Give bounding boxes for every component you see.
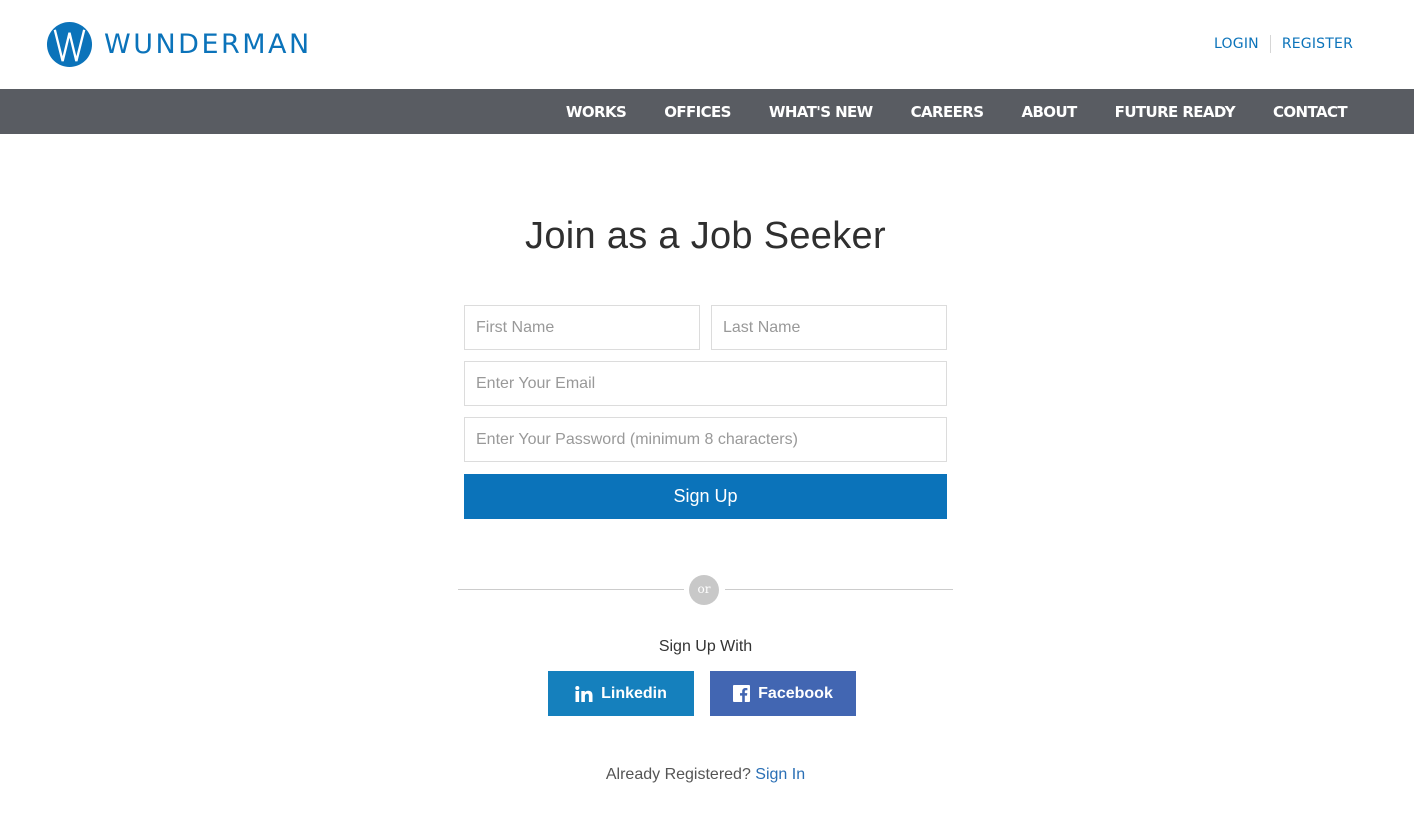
main-nav: WORKS OFFICES WHAT'S NEW CAREERS ABOUT F… [0, 89, 1414, 134]
facebook-signup-button[interactable]: Facebook [710, 671, 856, 716]
linkedin-label: Linkedin [601, 684, 667, 702]
nav-item-works[interactable]: WORKS [566, 103, 627, 121]
nav-item-future-ready[interactable]: FUTURE READY [1115, 103, 1236, 121]
sign-in-link[interactable]: Sign In [755, 766, 805, 783]
auth-separator [1269, 35, 1271, 53]
nav-list: WORKS OFFICES WHAT'S NEW CAREERS ABOUT F… [528, 89, 1348, 134]
brand-name: WUNDERMAN [104, 29, 312, 60]
facebook-icon [733, 685, 751, 702]
or-badge: or [689, 575, 719, 605]
last-name-input[interactable] [711, 305, 947, 350]
divider-line-left [458, 589, 684, 590]
email-input[interactable] [464, 361, 947, 406]
nav-item-whats-new[interactable]: WHAT'S NEW [769, 103, 873, 121]
wunderman-logo[interactable]: WUNDERMAN [46, 21, 312, 68]
facebook-label: Facebook [758, 684, 833, 702]
first-name-input[interactable] [464, 305, 700, 350]
divider-line-right [725, 589, 953, 590]
site-header: WUNDERMAN LOGIN REGISTER [0, 0, 1414, 89]
linkedin-signup-button[interactable]: Linkedin [548, 671, 694, 716]
nav-item-contact[interactable]: CONTACT [1273, 103, 1348, 121]
social-signup-heading: Sign Up With [658, 638, 753, 655]
login-link[interactable]: LOGIN [1214, 36, 1259, 52]
already-registered-text: Already Registered? [605, 766, 751, 783]
linkedin-icon [575, 685, 593, 702]
nav-item-about[interactable]: ABOUT [1021, 103, 1077, 121]
page-title: Join as a Job Seeker [525, 215, 886, 257]
sign-up-button[interactable]: Sign Up [464, 474, 947, 519]
already-registered: Already Registered? Sign In [0, 766, 1411, 784]
wunderman-logo-icon [46, 21, 93, 68]
auth-links: LOGIN REGISTER [1214, 35, 1353, 53]
register-link[interactable]: REGISTER [1282, 36, 1353, 52]
nav-item-offices[interactable]: OFFICES [664, 103, 731, 121]
nav-item-careers[interactable]: CAREERS [911, 103, 984, 121]
password-input[interactable] [464, 417, 947, 462]
